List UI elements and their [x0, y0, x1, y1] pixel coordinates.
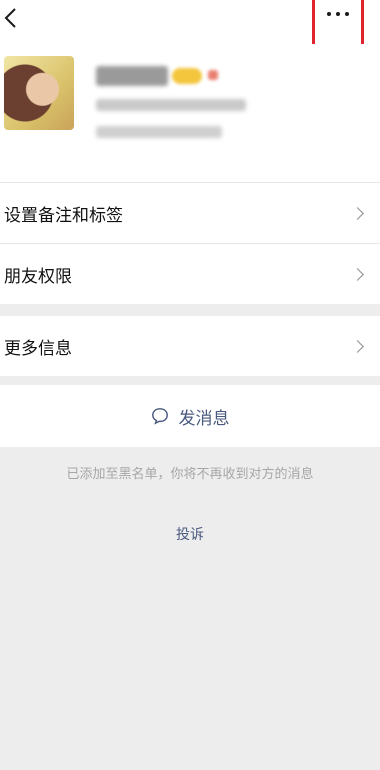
- chevron-right-icon: [351, 206, 364, 220]
- blurred-nickname: [96, 66, 168, 86]
- blurred-info-line: [96, 99, 246, 111]
- menu-item-label: 朋友权限: [4, 266, 72, 287]
- dot: [327, 11, 331, 16]
- chevron-right-icon: [351, 267, 364, 281]
- menu-item-friend-permissions[interactable]: 朋友权限: [0, 244, 380, 304]
- blurred-region-line: [96, 126, 222, 138]
- blacklist-notice: 已添加至黑名单，你将不再收到对方的消息: [66, 467, 314, 482]
- send-message-label: 发消息: [178, 408, 230, 429]
- chat-bubble-icon: [151, 408, 168, 425]
- profile-card: [0, 44, 380, 182]
- menu-item-remark-tags[interactable]: 设置备注和标签: [0, 183, 380, 243]
- dot: [336, 11, 340, 16]
- complain-link[interactable]: 投诉: [0, 524, 380, 544]
- top-bar: [0, 0, 380, 56]
- send-message-button[interactable]: 发消息: [0, 385, 380, 447]
- menu-item-label: 设置备注和标签: [4, 205, 123, 226]
- menu-item-more-info[interactable]: 更多信息: [0, 316, 380, 376]
- avatar[interactable]: [4, 56, 74, 130]
- dot: [345, 11, 349, 16]
- badge-icon: [172, 68, 202, 84]
- chevron-right-icon: [351, 339, 364, 353]
- back-chevron-icon[interactable]: [2, 6, 22, 30]
- menu-item-label: 更多信息: [4, 338, 72, 359]
- gender-icon: [208, 70, 218, 80]
